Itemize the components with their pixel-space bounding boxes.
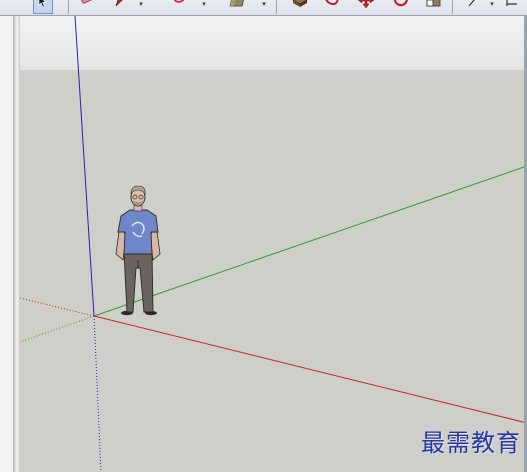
select-tool-button[interactable] [33, 0, 53, 14]
blue-axis-negative [93, 315, 102, 472]
red-axis-negative [20, 297, 95, 317]
toolbar-separator [452, 0, 453, 14]
scale-tool-button[interactable] [424, 0, 444, 14]
rectangle-icon [229, 0, 244, 7]
scene-canvas [20, 16, 527, 472]
follow-me-tool-button[interactable] [322, 0, 342, 14]
arc-icon [173, 0, 185, 3]
dimension-tool-button[interactable] [503, 0, 523, 14]
model-viewport[interactable]: 最需教育 [20, 16, 527, 472]
eraser-tool-button[interactable] [78, 0, 98, 14]
watermark-text: 最需教育 [421, 429, 521, 457]
red-axis-line [93, 315, 527, 424]
left-panel [0, 16, 13, 472]
rotate-tool-button[interactable] [391, 0, 411, 14]
shape-tool-button[interactable] [228, 0, 248, 14]
pencil-icon [115, 0, 123, 7]
blue-axis-line [74, 16, 95, 317]
viewport-left-border[interactable] [13, 16, 20, 472]
arc-dropdown-caret[interactable]: ▾ [201, 1, 207, 8]
push-pull-tool-button[interactable] [290, 0, 310, 14]
follow-me-icon [325, 0, 339, 6]
rotate-icon [393, 0, 408, 7]
select-arrow-icon [38, 0, 47, 8]
shape-dropdown-caret[interactable]: ▾ [261, 1, 267, 8]
tape-measure-dropdown-caret[interactable]: ▾ [489, 1, 495, 8]
push-pull-icon [292, 0, 308, 7]
pencil-tool-button[interactable] [113, 0, 133, 14]
scale-icon [426, 0, 441, 7]
eraser-icon [79, 0, 96, 4]
dimension-icon [506, 0, 517, 6]
main-toolbar: ▾ ▾ ▾ ▾ [0, 0, 527, 16]
arc-tool-button[interactable] [170, 0, 190, 14]
toolbar-separator [68, 0, 69, 14]
move-tool-button[interactable] [356, 0, 376, 14]
tape-measure-icon [468, 0, 475, 7]
green-axis-negative [20, 315, 95, 343]
sketchup-window: ▾ ▾ ▾ ▾ 最需教育 [0, 0, 527, 472]
green-axis-line [93, 165, 527, 317]
move-icon [357, 0, 375, 8]
toolbar-separator [276, 0, 277, 14]
pencil-dropdown-caret[interactable]: ▾ [138, 1, 144, 8]
tape-measure-tool-button[interactable] [466, 0, 486, 14]
